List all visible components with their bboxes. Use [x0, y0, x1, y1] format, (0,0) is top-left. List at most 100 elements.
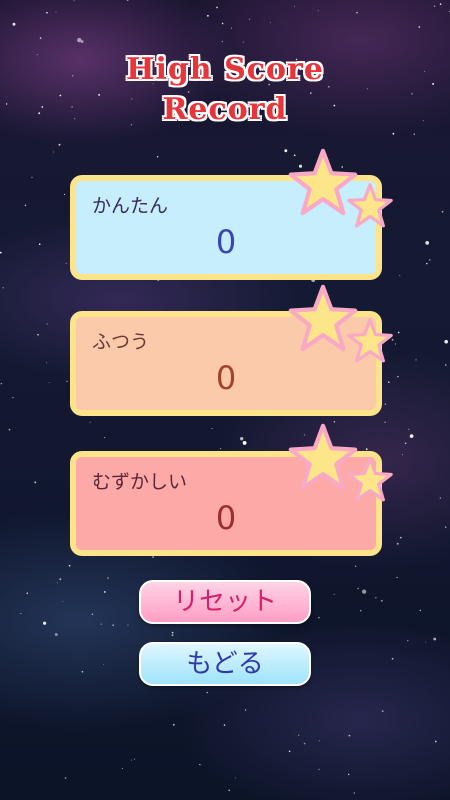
background-star: [407, 639, 409, 642]
background-star: [24, 204, 27, 207]
background-star: [211, 428, 213, 429]
high-score-value-normal: 0: [215, 359, 237, 397]
background-star: [12, 22, 16, 26]
background-star: [425, 241, 430, 245]
background-star: [413, 133, 416, 135]
background-star: [353, 792, 355, 794]
background-star: [102, 663, 104, 665]
background-star: [248, 18, 251, 20]
background-star: [318, 616, 320, 619]
background-star: [91, 613, 94, 615]
back-button[interactable]: もどる: [139, 642, 311, 686]
background-star: [395, 343, 396, 345]
background-star: [242, 440, 247, 445]
background-star: [206, 691, 208, 694]
background-star: [439, 497, 441, 499]
background-star: [444, 339, 448, 344]
background-star: [441, 210, 444, 213]
background-star: [152, 556, 155, 559]
background-star: [26, 592, 29, 594]
background-star: [59, 578, 62, 581]
background-star: [64, 777, 67, 779]
background-star: [396, 542, 399, 545]
background-star: [46, 11, 48, 14]
background-star: [361, 589, 367, 594]
background-star: [223, 724, 226, 726]
background-star: [396, 576, 398, 579]
background-star: [127, 624, 129, 626]
background-star: [55, 11, 57, 13]
background-star: [429, 259, 431, 261]
background-star: [81, 670, 84, 673]
difficulty-label-hard: むずかしい: [92, 471, 188, 493]
background-star: [433, 5, 436, 7]
background-star: [62, 600, 64, 602]
background-star: [333, 593, 335, 595]
background-star: [0, 382, 3, 385]
background-star: [240, 437, 244, 441]
difficulty-label-easy: かんたん: [92, 195, 169, 217]
background-star: [303, 742, 306, 745]
background-star: [56, 582, 58, 584]
background-star: [89, 421, 91, 423]
background-star: [365, 448, 368, 451]
background-star: [354, 565, 357, 567]
background-star: [375, 596, 377, 599]
background-star: [269, 21, 271, 23]
background-star: [12, 396, 14, 399]
background-star: [0, 251, 2, 254]
difficulty-label-normal: ふつう: [92, 331, 150, 353]
background-star: [65, 262, 67, 264]
background-star: [171, 634, 174, 637]
background-star: [384, 421, 386, 423]
background-star: [52, 151, 54, 153]
background-star: [58, 143, 61, 146]
background-star: [234, 777, 236, 779]
page-title-line1: High Score: [126, 52, 324, 87]
background-star: [434, 740, 437, 743]
background-star: [356, 12, 358, 14]
background-star: [63, 193, 66, 195]
background-star: [445, 364, 447, 366]
background-star: [46, 323, 48, 325]
background-star: [399, 275, 401, 277]
star-icon: [347, 318, 393, 363]
background-star: [381, 710, 384, 712]
background-star: [221, 40, 223, 43]
background-star: [220, 448, 222, 450]
background-star: [367, 88, 368, 90]
background-star: [348, 734, 351, 737]
background-star: [408, 428, 410, 430]
background-star: [288, 750, 291, 753]
background-star: [2, 287, 4, 289]
background-star: [126, 0, 129, 1]
background-star: [37, 334, 39, 336]
background-star: [107, 577, 109, 579]
background-star: [103, 590, 106, 593]
background-star: [77, 37, 82, 43]
reset-button[interactable]: リセット: [139, 580, 311, 624]
background-star: [133, 758, 135, 760]
background-star: [130, 759, 132, 761]
background-star: [419, 609, 422, 612]
high-score-value-easy: 0: [215, 223, 237, 261]
background-star: [397, 375, 399, 378]
background-star: [228, 789, 230, 791]
background-star: [392, 132, 395, 135]
background-star: [199, 763, 201, 766]
background-star: [433, 637, 437, 641]
background-star: [68, 564, 71, 567]
background-star: [399, 536, 402, 539]
background-star: [388, 381, 390, 384]
background-star: [171, 631, 174, 634]
background-star: [156, 156, 159, 158]
background-star: [104, 437, 106, 439]
background-star: [439, 3, 442, 5]
background-star: [121, 767, 123, 770]
star-icon: [347, 183, 393, 228]
background-star: [244, 709, 247, 711]
background-star: [404, 442, 407, 445]
background-star: [206, 14, 209, 17]
background-star: [380, 599, 383, 602]
background-star: [409, 434, 414, 438]
